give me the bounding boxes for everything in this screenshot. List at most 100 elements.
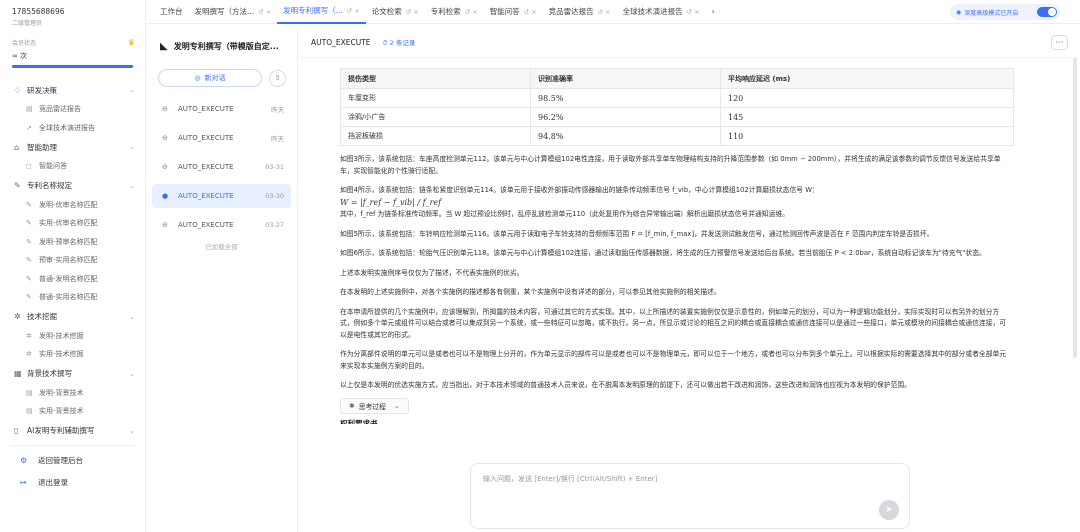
tab-label: 专利检索 [430,7,461,16]
sidebar-item[interactable]: ✲ 实用-技术挖掘 [0,345,145,364]
new-chat-button[interactable]: ◎ 新对话 [158,69,262,87]
sidebar-divider [10,444,135,446]
nav-section-1[interactable]: ⌂ 智能助理 ⌄ [0,137,145,157]
tab-close-icon[interactable]: ↺ × [598,8,611,16]
tab-1[interactable]: 发明撰写（方法... ↺ × [189,0,278,24]
send-icon: ➤ [885,505,893,515]
paragraph-fig4: 如图4所示，该系统包括：链条松紧度识别单元114。该单元用于接收外部振动传感器输… [340,185,1012,221]
session-item[interactable]: ● AUTO_EXECUTE 03-30 [152,184,291,208]
nav-section-label: 研发决策 [27,85,57,95]
deep-mode-label: 深度高级模式已开启 [964,9,1019,17]
conversation-header: AUTO_EXECUTE ⏱ 2 条记录 ··· [298,28,1080,58]
paragraph-conclusion: 以上仅是本发明的优选实施方式，应当指出，对于本技术领域的普通技术人员来说，在不脱… [340,381,911,389]
admin-console-link[interactable]: ⚙ 返回管理后台 [0,450,145,472]
user-info[interactable]: 17855688696 二级管理员 [0,0,145,32]
deep-mode-toggle[interactable]: ◉ 深度高级模式已开启 [950,4,1060,20]
tab-close-icon[interactable]: ↺ × [524,8,537,16]
sidebar-item[interactable]: ↗ 全球技术演进报告 [0,119,145,138]
sidebar-item[interactable]: ✎ 发明-预审名称匹配 [0,233,145,252]
session-date: 03-31 [265,163,284,171]
session-list: ⊖ AUTO_EXECUTE 昨天 ⊖ AUTO_EXECUTE 昨天 ⊖ AUTO_EXEC… [146,97,297,237]
chevron-down-icon: ⌄ [129,181,135,190]
sidebar-item[interactable]: ✎ 预审-实用名称匹配 [0,251,145,270]
paragraph-implementation: 在本申请所提供的几个实施例中，应该理解到，所揭露的技术内容，可通过其它的方式实现… [340,307,1007,339]
session-label: AUTO_EXECUTE [178,221,234,229]
sidebar-item[interactable]: ▤ 竞品雷达报告 [0,100,145,119]
sidebar-item[interactable]: ✎ 普通-发明名称匹配 [0,270,145,289]
paragraph-fig4-note: 其中，f_ref 为链条标准传动频率。当 W 超过预设比例时，乱停乱放检测单元1… [340,210,789,218]
tab-close-icon[interactable]: ↺ × [258,8,271,16]
tab-0[interactable]: 工作台 [154,0,189,24]
paragraph-fig4-intro: 如图4所示，该系统包括：链条松紧度识别单元114。该单元用于接收外部振动传感器输… [340,186,819,194]
tab-close-icon[interactable]: ↺ × [687,8,700,16]
sidebar-item[interactable]: ✎ 普通-实用名称匹配 [0,288,145,307]
tab-close-icon[interactable]: ↺ × [406,8,419,16]
sidebar-item[interactable]: ✲ 发明-技术挖掘 [0,327,145,346]
session-item[interactable]: ⊖ AUTO_EXECUTE 昨天 [152,126,291,150]
logout-link[interactable]: ↦ 退出登录 [0,472,145,494]
sidebar-item-label: 发明-预审名称匹配 [39,237,98,246]
tab-5[interactable]: 智能问答 ↺ × [484,0,543,24]
sidebar-item-label: 全球技术演进报告 [39,123,95,132]
paragraph-emphasis: 在本发明的上述实施例中，对各个实施例的描述都各有侧重，某个实施例中没有详述的部分… [340,288,721,296]
sidebar-item-label: 普通-发明名称匹配 [39,274,98,283]
bottom-item-label: 返回管理后台 [38,456,83,465]
tab-6[interactable]: 竞品雷达报告 ↺ × [543,0,617,24]
thinking-process-toggle[interactable]: ✱ 思考过程 ⌄ [340,397,409,414]
chat-bubble-icon: ⊖ [162,134,168,142]
table-cell: 98.5% [530,88,721,108]
sidebar-item-label: 普通-实用名称匹配 [39,293,98,302]
tab-label: 智能问答 [489,7,520,16]
nav-section-2[interactable]: ✎ 专利名称规定 ⌄ [0,176,145,196]
chevron-down-icon: ⌄ [129,426,135,435]
session-item[interactable]: ⊖ AUTO_EXECUTE 03-31 [152,155,291,179]
sidebar-item[interactable]: ◻ 智能问答 [0,157,145,176]
more-options-icon[interactable]: ··· [1051,35,1068,50]
session-label: AUTO_EXECUTE [178,105,234,113]
tab-4[interactable]: 专利检索 ↺ × [425,0,484,24]
session-item[interactable]: ⊖ AUTO_EXECUTE 昨天 [152,97,291,121]
pen-icon: ✎ [14,181,21,190]
nav-section-0[interactable]: ♢ 研发决策 ⌄ [0,80,145,100]
tab-close-icon[interactable]: ↺ × [347,7,360,15]
trend-icon: ↗ [26,123,32,132]
send-button[interactable]: ➤ [879,500,899,520]
session-date: 昨天 [271,106,284,114]
paragraph-units: 作为分离部件说明的单元可以是或者也可以不是物理上分开的，作为单元显示的部件可以是… [340,350,1007,370]
session-item[interactable]: ⊖ AUTO_EXECUTE 03-27 [152,213,291,237]
tab-8[interactable]: › [706,0,721,24]
sidebar-item[interactable]: ✎ 实用-优审名称匹配 [0,214,145,233]
session-date: 03-30 [265,192,284,200]
pen-icon: ✎ [26,219,32,228]
tab-close-icon[interactable]: ↺ × [465,8,478,16]
app-root: 17855688696 二级管理员 会员状态 ♛ ∞ 次 ♢ 研发决策 ⌄ ▤ 竞品雷达… [0,0,1080,532]
chevron-down-icon: ⌄ [129,143,135,151]
tab-label: 论文检索 [371,7,402,16]
message-content: 损伤类型 识别准确率 平均响应延迟 (ms) 车厘变形 98.5% 120 涂鸦/小广告 9… [334,68,1024,456]
session-date: 昨天 [271,135,284,143]
pen-icon: ✎ [26,256,32,265]
wear-formula: W = |f_ref − f_vib| / f_ref [340,197,442,207]
tab-3[interactable]: 论文检索 ↺ × [366,0,425,24]
nav-section-3[interactable]: ✲ 技术挖掘 ⌄ [0,307,145,327]
nav-section-4[interactable]: ▦ 背景技术撰写 ⌄ [0,364,145,384]
scrollbar[interactable] [1073,58,1077,358]
table-cell: 120 [720,88,1014,108]
sidebar-item[interactable]: ✎ 发明-优审名称匹配 [0,196,145,215]
table-cell: 110 [720,126,1014,146]
sidebar-item[interactable]: ▤ 实用-背景技术 [0,402,145,421]
tab-2[interactable]: 发明专利撰写（... ↺ × [277,0,366,24]
share-icon[interactable]: ⇧ [269,69,286,87]
sidebar-item[interactable]: ▤ 发明-背景技术 [0,384,145,403]
damage-table: 损伤类型 识别准确率 平均响应延迟 (ms) 车厘变形 98.5% 120 涂鸦/小广告 9… [340,68,1014,146]
toggle-switch[interactable] [1037,7,1057,17]
session-panel: ◣ 发明专利撰写（带模版自定... ◎ 新对话 ⇧ ⊖ AUTO_EXECUTE 昨… [146,28,298,532]
session-panel-title: ◣ 发明专利撰写（带模版自定... [146,28,297,64]
sidebar-item-label: 预审-实用名称匹配 [39,256,98,265]
chat-icon: ◎ [194,74,201,82]
tab-7[interactable]: 全球技术演进报告 ↺ × [617,0,706,24]
question-input[interactable] [483,474,863,494]
record-count[interactable]: ⏱ 2 条记录 [383,37,416,48]
nav-section-5[interactable]: ▯ AI发明专利辅助撰写 ⌄ [0,421,145,441]
chevron-down-icon: ⌄ [129,369,135,378]
